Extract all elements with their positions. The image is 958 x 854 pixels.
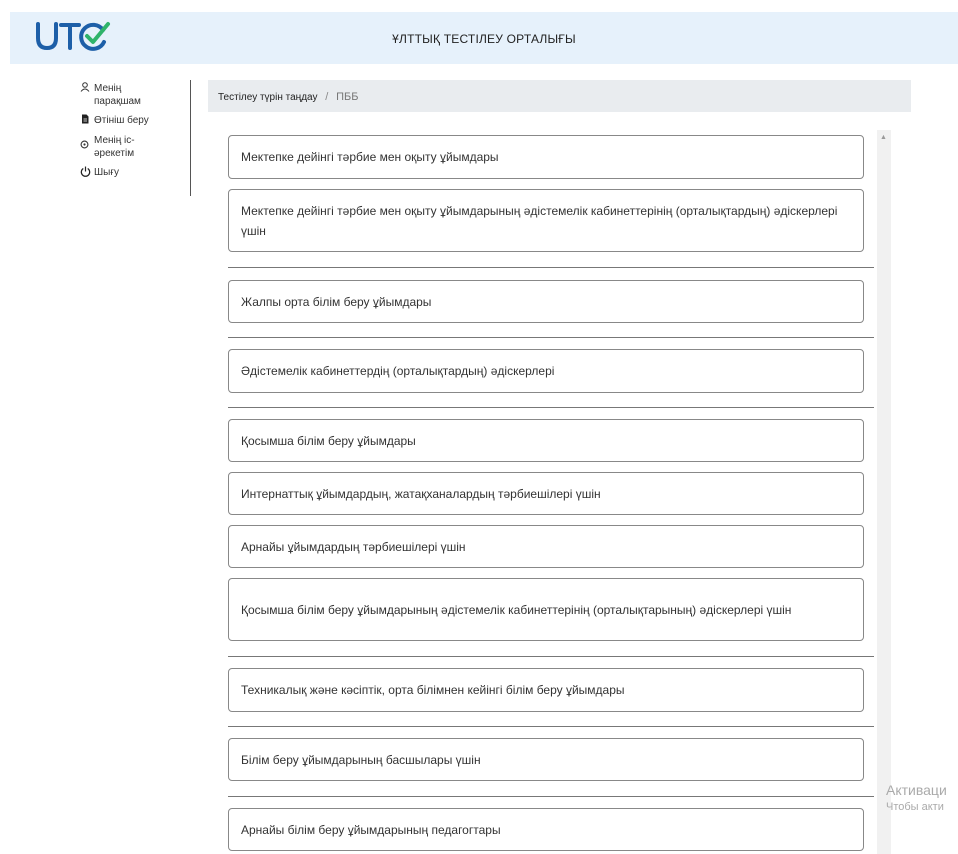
breadcrumb-current: ПББ [336,91,359,103]
option-card[interactable]: Әдістемелік кабинеттердің (орталықтардың… [228,349,864,393]
sidebar-item-apply[interactable]: Өтініш беру [80,114,190,128]
option-card[interactable]: Білім беру ұйымдарының басшылары үшін [228,738,864,781]
breadcrumb-separator: / [325,91,329,103]
sidebar-item-label: Шығу [94,167,119,178]
sidebar-item-label: Менің парақшам [94,83,141,107]
option-card[interactable]: Интернаттық ұйымдардың, жатақханалардың … [228,472,864,515]
header-title: ҰЛТТЫҚ ТЕСТІЛЕУ ОРТАЛЫҒЫ [392,32,576,46]
sidebar-item-label: Өтініш беру [94,115,149,126]
section-divider [228,656,874,657]
option-card[interactable]: Мектепке дейінгі тәрбие мен оқыту ұйымда… [228,135,864,179]
option-card[interactable]: Қосымша білім беру ұйымдарының әдістемел… [228,578,864,641]
main-content: Тестілеу түрін таңдау / ПББ Мектепке дей… [208,80,911,854]
sidebar-item-label: Менің іс-әрекетім [94,135,135,159]
option-card[interactable]: Мектепке дейінгі тәрбие мен оқыту ұйымда… [228,189,864,252]
section-divider [228,337,874,338]
breadcrumb: Тестілеу түрін таңдау / ПББ [208,80,911,112]
option-card[interactable]: Техникалық және кәсіптік, орта білімнен … [228,668,864,712]
activity-icon [80,134,92,153]
breadcrumb-parent-link[interactable]: Тестілеу түрін таңдау [218,92,317,103]
person-icon [80,82,92,96]
power-icon [80,166,92,181]
sidebar-item-my-page[interactable]: Менің парақшам [80,82,190,108]
sidebar-item-logout[interactable]: Шығу [80,166,190,181]
section-divider [228,267,874,268]
section-divider [228,407,874,408]
vertical-scrollbar[interactable]: ▲ [877,130,891,854]
document-icon [80,114,92,128]
watermark-line1: Активаци [886,782,947,798]
windows-activation-watermark: Активаци Чтобы акти [886,782,947,813]
scroll-up-arrow-icon[interactable]: ▲ [880,134,887,141]
section-divider [228,726,874,727]
option-card[interactable]: Арнайы ұйымдардың тәрбиешілері үшін [228,525,864,568]
watermark-line2: Чтобы акти [886,801,944,813]
section-divider [228,796,874,797]
option-card[interactable]: Жалпы орта білім беру ұйымдары [228,280,864,323]
app-header: ҰЛТТЫҚ ТЕСТІЛЕУ ОРТАЛЫҒЫ [10,12,958,64]
sidebar-divider [190,80,191,196]
option-card[interactable]: Қосымша білім беру ұйымдары [228,419,864,462]
sidebar: Менің парақшам Өтініш беру Менің іс-әрек… [80,82,190,187]
option-card[interactable]: Арнайы білім беру ұйымдарының педагогтар… [228,808,864,851]
sidebar-item-my-activity[interactable]: Менің іс-әрекетім [80,134,190,160]
